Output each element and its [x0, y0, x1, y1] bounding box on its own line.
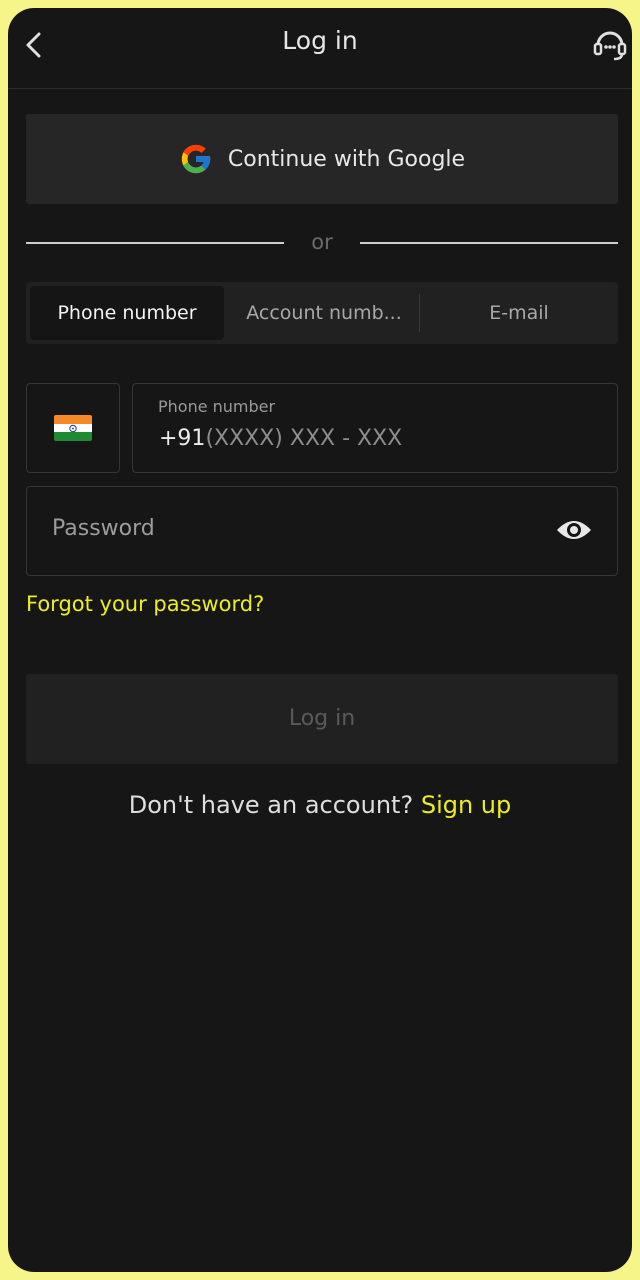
forgot-password-link[interactable]: Forgot your password?	[26, 592, 264, 616]
password-placeholder: Password	[52, 516, 155, 541]
header-bar: Log in	[8, 8, 632, 89]
tab-separator	[419, 294, 420, 332]
headset-support-icon[interactable]	[592, 26, 628, 62]
tab-phone-number[interactable]: Phone number	[30, 286, 224, 340]
password-input[interactable]: Password	[26, 486, 618, 576]
india-flag-icon	[54, 415, 92, 441]
google-g-icon	[181, 144, 211, 174]
page-title: Log in	[282, 26, 358, 55]
divider-or-text: or	[311, 230, 333, 254]
tab-email[interactable]: E-mail	[426, 286, 612, 340]
signup-prompt: Don't have an account? Sign up	[8, 791, 632, 819]
divider-line-right	[360, 242, 618, 244]
phone-number-value: +91(XXXX) XXX - XXX	[159, 426, 402, 451]
signup-link[interactable]: Sign up	[421, 791, 511, 819]
continue-with-google-button[interactable]: Continue with Google	[26, 114, 618, 204]
google-button-label: Continue with Google	[227, 146, 466, 172]
signup-question: Don't have an account?	[128, 791, 414, 819]
eye-icon[interactable]	[555, 515, 593, 545]
login-button[interactable]: Log in	[26, 674, 618, 764]
login-method-tabs: Phone number Account numb... E-mail	[26, 282, 618, 344]
phone-placeholder-mask: (XXXX) XXX - XXX	[205, 426, 403, 451]
tab-account-number[interactable]: Account numb...	[230, 286, 418, 340]
country-code-selector[interactable]	[26, 383, 120, 473]
phone-number-input[interactable]: Phone number +91(XXXX) XXX - XXX	[132, 383, 618, 473]
divider-line-left	[26, 242, 284, 244]
app-screen: Log in Continue with Google or Phone num…	[8, 8, 632, 1272]
phone-prefix: +91	[159, 426, 206, 451]
phone-number-label: Phone number	[158, 397, 276, 416]
